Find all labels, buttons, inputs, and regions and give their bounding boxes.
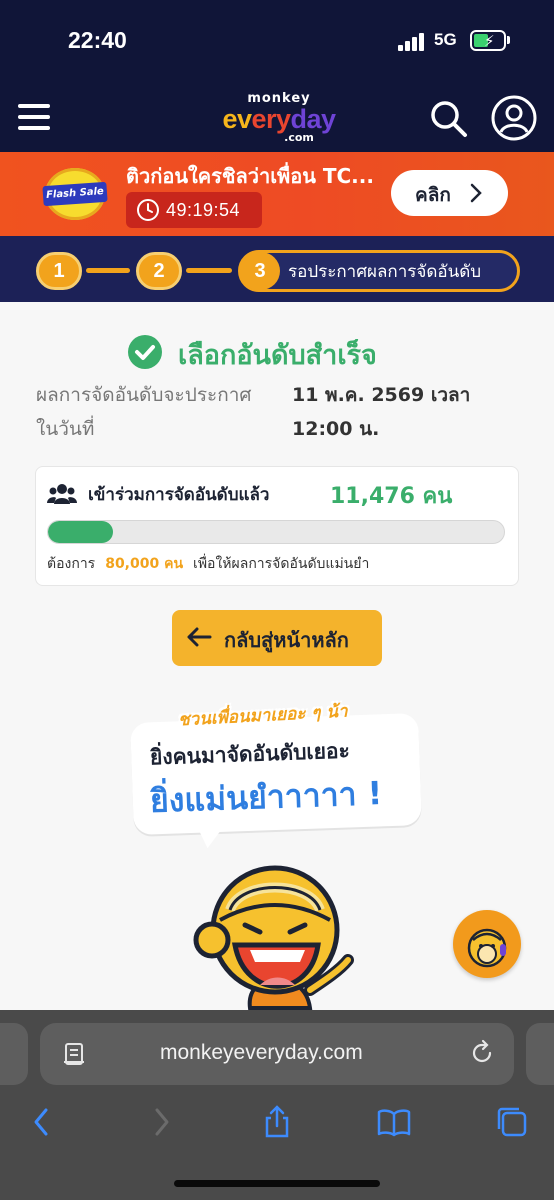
site-logo[interactable]: monkey everyday .com <box>204 92 354 144</box>
signal-icon <box>398 33 426 51</box>
progress-fill <box>48 521 114 543</box>
step-3-label: รอประกาศผลการจัดอันดับ <box>288 262 482 282</box>
check-icon <box>128 335 162 369</box>
status-time: 22:40 <box>68 27 127 53</box>
search-icon[interactable] <box>428 98 468 138</box>
bookmarks-icon[interactable] <box>376 1104 412 1140</box>
announce-date: 11 พ.ค. 2569 เวลา 12:00 น. <box>292 384 471 440</box>
tabs-icon[interactable] <box>494 1104 530 1140</box>
participation-progress <box>47 520 505 544</box>
chevron-right-icon <box>470 183 482 203</box>
step-connector <box>86 268 130 273</box>
home-indicator <box>174 1180 380 1187</box>
clock-icon <box>137 199 159 221</box>
joined-count: 11,476 คน <box>330 484 453 509</box>
joined-label: เข้าร่วมการจัดอันดับแล้ว <box>88 485 270 505</box>
countdown-timer: 49:19:54 <box>126 192 262 228</box>
battery-nub <box>507 36 510 44</box>
logo-line2: everyday <box>222 104 336 134</box>
share-icon[interactable] <box>259 1104 295 1140</box>
hamburger-icon[interactable] <box>18 104 50 130</box>
monkey-mascot-illustration <box>193 865 354 1010</box>
success-title: เลือกอันดับสำเร็จ <box>178 340 377 371</box>
arrow-left-icon <box>187 627 212 647</box>
battery-icon: ⚡ <box>470 30 506 51</box>
previous-tab-peek[interactable] <box>0 1023 28 1085</box>
step-connector <box>186 268 232 273</box>
network-label: 5G <box>434 30 457 49</box>
forward-icon[interactable] <box>143 1104 179 1140</box>
back-icon[interactable] <box>24 1104 60 1140</box>
target-text: ต้องการ 80,000 คน เพื่อให้ผลการจัดอันดับแม… <box>47 556 370 572</box>
step-3-number: 3 <box>240 252 280 290</box>
next-tab-peek[interactable] <box>526 1023 554 1085</box>
address-url: monkeyeveryday.com <box>160 1041 363 1064</box>
step-2: 2 <box>136 252 182 290</box>
banner-title: ติวก่อนใครชิลว่าเพื่อน TC... <box>126 164 374 188</box>
reload-icon[interactable] <box>468 1039 496 1067</box>
people-icon <box>47 483 77 505</box>
promo-big-text: ยิ่งแม่นยำาาาา ! <box>149 773 383 821</box>
announce-label: ผลการจัดอันดับจะประกาศ ในวันที่ <box>36 384 252 440</box>
step-1: 1 <box>36 252 82 290</box>
countdown-value: 49:19:54 <box>166 200 241 220</box>
chat-support-button[interactable] <box>453 910 521 978</box>
back-to-home-button[interactable]: กลับสู่หน้าหลัก <box>172 610 382 666</box>
flash-sale-badge: Flash Sale <box>42 168 108 220</box>
user-icon[interactable] <box>491 95 537 141</box>
reader-icon[interactable] <box>62 1041 88 1067</box>
banner-click-button[interactable]: คลิก <box>391 170 508 216</box>
promo-middle-text: ยิ่งคนมาจัดอันดับเยอะ <box>149 738 351 770</box>
